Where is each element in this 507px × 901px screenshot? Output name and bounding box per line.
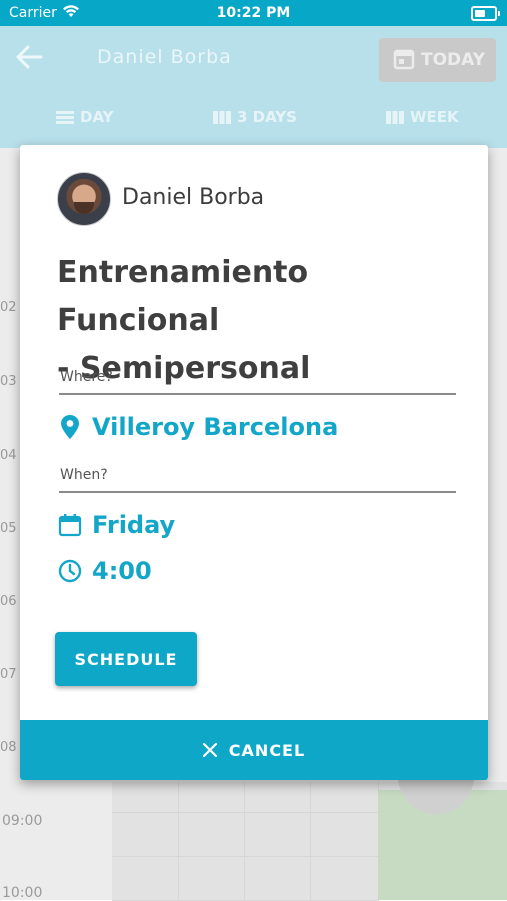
calendar-icon <box>58 514 82 537</box>
back-arrow-icon[interactable] <box>14 42 44 72</box>
status-time: 10:22 PM <box>216 5 291 21</box>
cancel-button[interactable]: CANCEL <box>20 720 488 780</box>
hour-label: 08 <box>0 740 17 755</box>
week-view-icon <box>386 110 404 124</box>
hour-label: 10:00 <box>2 885 43 901</box>
event-title-line-2: - Semipersonal <box>57 351 311 386</box>
avatar <box>57 172 111 226</box>
time-text: 4:00 <box>92 557 152 585</box>
app-header: Daniel Borba TODAY DAY 3 DAYS WEEK <box>0 26 507 148</box>
today-button[interactable]: TODAY <box>379 38 496 82</box>
location-text: Villeroy Barcelona <box>92 413 339 441</box>
where-divider <box>59 393 456 395</box>
event-dialog: Daniel Borba Entrenamiento Funcional - S… <box>20 145 488 780</box>
day-text: Friday <box>92 511 176 539</box>
location-value[interactable]: Villeroy Barcelona <box>58 413 338 441</box>
event-title: Entrenamiento Funcional - Semipersonal <box>57 249 457 393</box>
person-name: Daniel Borba <box>122 185 265 210</box>
header-title: Daniel Borba <box>97 46 232 68</box>
hour-label: 05 <box>0 521 17 536</box>
tab-3-days-label: 3 DAYS <box>237 108 297 126</box>
tab-week[interactable]: WEEK <box>386 108 459 126</box>
view-tabs: DAY 3 DAYS WEEK <box>0 108 507 132</box>
hour-label: 06 <box>0 594 17 609</box>
tab-week-label: WEEK <box>410 108 459 126</box>
hour-label: 03 <box>0 374 17 389</box>
hour-label: 04 <box>0 448 17 463</box>
battery-icon <box>471 6 500 21</box>
time-value[interactable]: 4:00 <box>58 557 152 585</box>
cancel-label: CANCEL <box>228 740 306 760</box>
schedule-button[interactable]: SCHEDULE <box>55 632 197 686</box>
calendar-icon <box>393 49 415 70</box>
when-divider <box>59 491 456 493</box>
status-bar: Carrier 10:22 PM <box>0 0 507 26</box>
today-label: TODAY <box>421 50 485 70</box>
hour-label: 02 <box>0 300 17 315</box>
tab-day[interactable]: DAY <box>56 108 114 126</box>
tab-day-label: DAY <box>80 108 114 126</box>
clock-icon <box>58 559 82 583</box>
event-title-line-1: Entrenamiento Funcional <box>57 255 309 338</box>
day-view-icon <box>56 110 74 124</box>
three-days-view-icon <box>213 110 231 124</box>
hour-label: 07 <box>0 667 17 682</box>
when-label: When? <box>60 467 108 483</box>
day-value[interactable]: Friday <box>58 511 175 539</box>
where-label: Where? <box>60 369 113 385</box>
close-icon <box>202 743 217 757</box>
location-pin-icon <box>61 415 79 439</box>
tab-3-days[interactable]: 3 DAYS <box>213 108 297 126</box>
hour-label: 09:00 <box>2 813 43 829</box>
